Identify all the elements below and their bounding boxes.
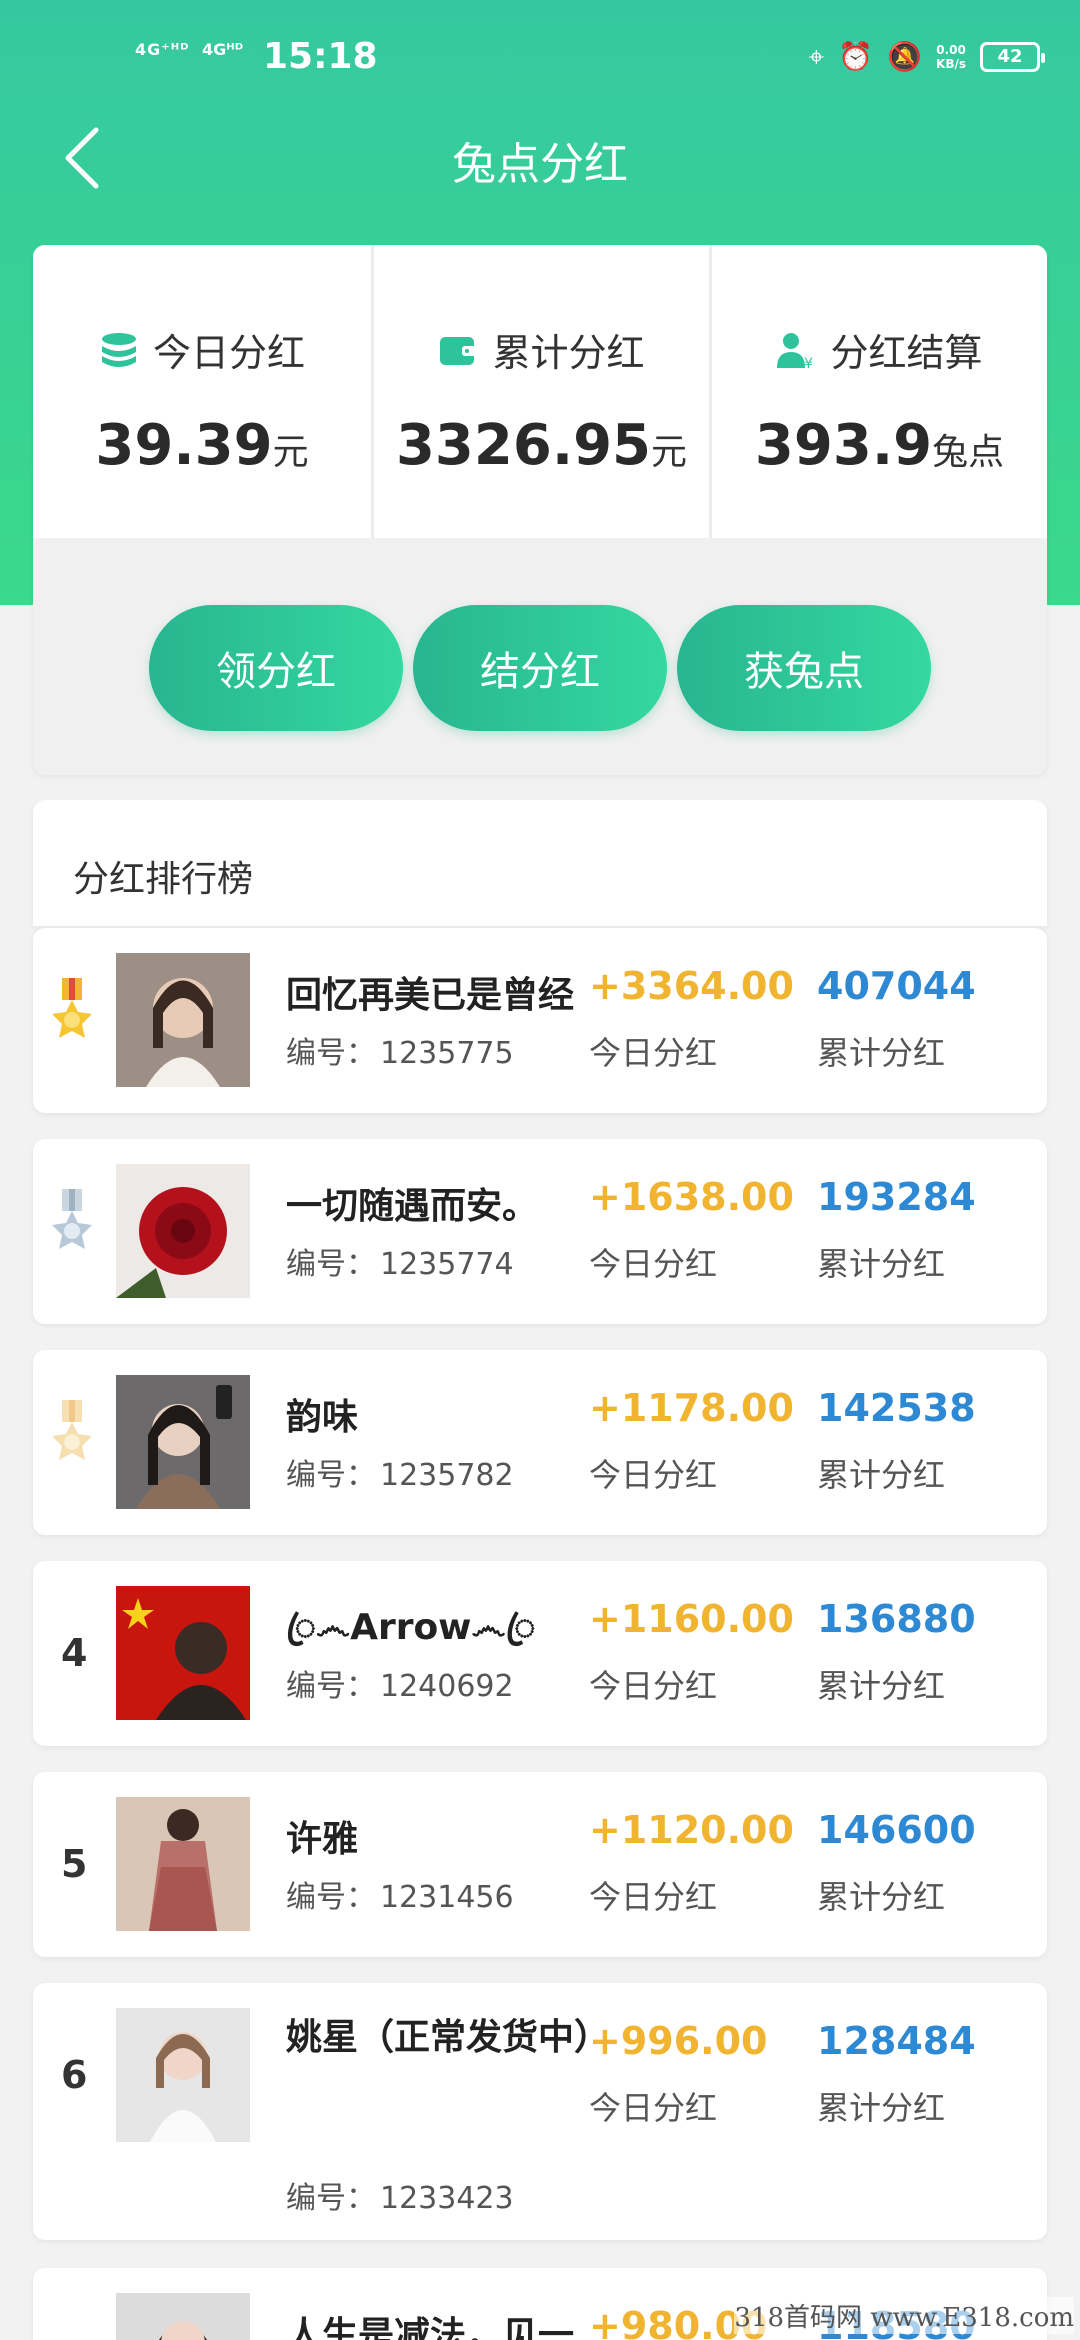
- avatar: [116, 2293, 250, 2340]
- today-dividend-amount: +996.00: [589, 2019, 768, 2063]
- svg-text:¥: ¥: [804, 356, 813, 370]
- total-dividend-label: 累计分红: [817, 1456, 946, 1494]
- user-id: 编号： 1235782: [286, 1458, 514, 1493]
- avatar: [116, 1375, 250, 1509]
- user-name: 许雅: [286, 1819, 359, 1860]
- avatar: [116, 953, 250, 1087]
- gold-medal-icon: [52, 978, 92, 1038]
- ranking-row[interactable]: 4 ꦿ෴Arrow෴ꦿ 编号： 1240692 +1160.00 今日分红 136…: [33, 1561, 1047, 1746]
- wallet-icon: [440, 336, 477, 365]
- total-dividend-amount: 146600: [817, 1808, 976, 1852]
- stat-dividend-settlement: ¥ 分红结算 393.9兔点: [709, 245, 1047, 538]
- location-icon: ⌖: [808, 40, 825, 73]
- today-dividend-label: 今日分红: [589, 1034, 718, 1072]
- nav-bar: 兔点分红: [0, 110, 1080, 210]
- watermark: 318首码网 www.E318.com: [734, 2297, 1074, 2334]
- user-name: 回忆再美已是曾经: [286, 975, 575, 1016]
- user-name: 姚星（正常发货中）: [286, 2017, 596, 2058]
- ranking-row[interactable]: 5 许雅 编号： 1231456 +1120.00 今日分红 146600 累计分…: [33, 1772, 1047, 1957]
- today-dividend-label: 今日分红: [589, 1878, 718, 1916]
- total-dividend-label: 累计分红: [817, 2089, 946, 2127]
- total-dividend-amount: 407044: [817, 964, 976, 1008]
- dividend-summary-card: 今日分红 39.39元 累计分红 3326.95元 ¥ 分红结算 393.9兔点…: [33, 245, 1047, 775]
- today-dividend-label: 今日分红: [589, 1667, 718, 1705]
- rank-number: 6: [61, 2053, 88, 2097]
- total-dividend-amount: 193284: [817, 1175, 976, 1219]
- today-dividend-label: 今日分红: [589, 1245, 718, 1283]
- total-dividend-amount: 128484: [817, 2019, 976, 2063]
- claim-dividend-button[interactable]: 领分红: [149, 605, 403, 731]
- today-dividend-amount: +1178.00: [589, 1386, 794, 1430]
- today-dividend-amount: +1160.00: [589, 1597, 794, 1641]
- network-indicator-1: 4G⁺ᴴᴰ: [135, 40, 190, 59]
- total-dividend-label: 累计分红: [817, 1034, 946, 1072]
- stat-today-dividend: 今日分红 39.39元: [95, 331, 309, 478]
- page-title: 兔点分红: [452, 139, 628, 190]
- clock: 15:18: [263, 36, 378, 77]
- total-dividend-label: 累计分红: [817, 1245, 946, 1283]
- total-dividend-amount: 136880: [817, 1597, 976, 1641]
- network-indicator-2: 4Gᴴᴰ: [202, 40, 244, 59]
- get-points-button[interactable]: 获兔点: [677, 605, 931, 731]
- user-yen-icon: ¥: [777, 332, 813, 370]
- ranking-title: 分红排行榜: [73, 859, 254, 900]
- user-id: 编号： 1235774: [286, 1247, 514, 1282]
- battery-indicator: 42: [980, 42, 1045, 72]
- ranking-row[interactable]: 韵味 编号： 1235782 +1178.00 今日分红 142538 累计分红: [33, 1350, 1047, 1535]
- user-id: 编号： 1240692: [286, 1669, 514, 1704]
- coins-stack-icon: [101, 332, 136, 367]
- avatar: [116, 1164, 250, 1298]
- today-dividend-label: 今日分红: [589, 2089, 718, 2127]
- avatar: [116, 1797, 250, 1931]
- settle-dividend-button[interactable]: 结分红: [413, 605, 667, 731]
- stat-total-dividend: 累计分红 3326.95元: [371, 245, 709, 538]
- today-dividend-amount: +3364.00: [589, 964, 794, 1008]
- today-dividend-amount: +1638.00: [589, 1175, 794, 1219]
- ranking-header: 分红排行榜: [33, 800, 1047, 928]
- network-speed: 0.00 KB/s: [936, 43, 966, 71]
- ranking-row[interactable]: 6 姚星（正常发货中） 编号： 1233423 +996.00 今日分红 1284…: [33, 1983, 1047, 2240]
- silver-medal-icon: [52, 1189, 92, 1249]
- today-dividend-label: 今日分红: [589, 1456, 718, 1494]
- ranking-row[interactable]: 回忆再美已是曾经 编号： 1235775 +3364.00 今日分红 407044…: [33, 928, 1047, 1113]
- bronze-medal-icon: [52, 1400, 92, 1460]
- avatar: [116, 1586, 250, 1720]
- rank-number: 5: [61, 1842, 88, 1886]
- total-dividend-label: 累计分红: [817, 1878, 946, 1916]
- today-dividend-amount: +1120.00: [589, 1808, 794, 1852]
- avatar: [116, 2008, 250, 2142]
- total-dividend-amount: 142538: [817, 1386, 976, 1430]
- status-bar: 4G⁺ᴴᴰ 4Gᴴᴰ 15:18 ⌖ ⏰ 🔕 0.00 KB/s 42: [0, 30, 1080, 90]
- ranking-row[interactable]: 一切随遇而安。 编号： 1235774 +1638.00 今日分红 193284 …: [33, 1139, 1047, 1324]
- user-name: 人生是减法，见一: [286, 2315, 575, 2340]
- silent-icon: 🔕: [887, 40, 923, 73]
- user-id: 编号： 1235775: [286, 1036, 514, 1071]
- total-dividend-label: 累计分红: [817, 1667, 946, 1705]
- alarm-icon: ⏰: [838, 40, 874, 73]
- user-id: 编号： 1231456: [286, 1880, 514, 1915]
- user-name: 韵味: [286, 1397, 359, 1438]
- rank-number: 4: [61, 1631, 88, 1675]
- user-name: 一切随遇而安。: [286, 1186, 539, 1227]
- user-id: 编号： 1233423: [286, 2181, 514, 2216]
